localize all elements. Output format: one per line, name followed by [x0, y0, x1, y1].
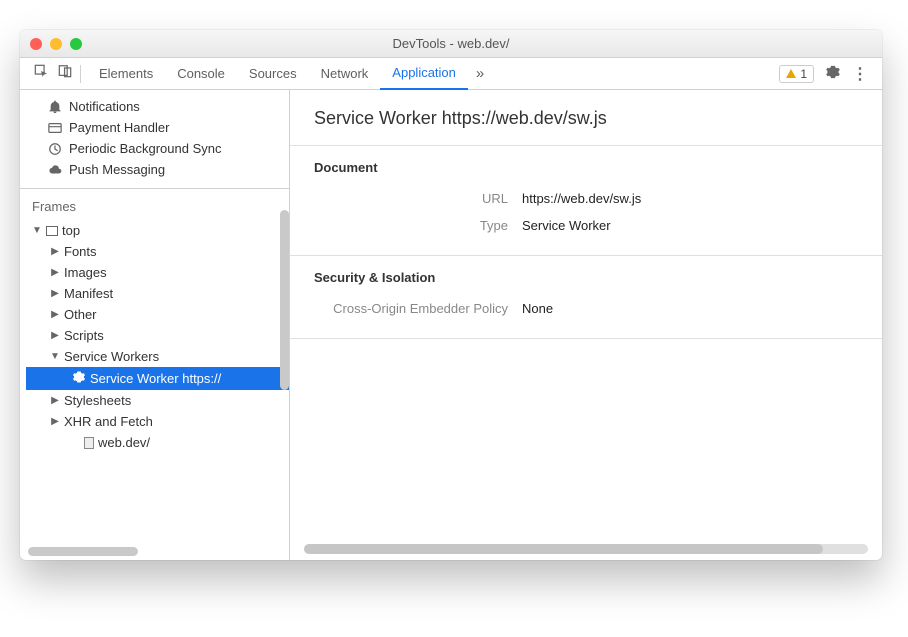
tree-label: XHR and Fetch [64, 414, 153, 429]
chevron-right-icon[interactable] [50, 416, 60, 427]
chevron-down-icon[interactable] [50, 351, 60, 362]
bell-icon [48, 100, 62, 114]
settings-icon[interactable] [826, 65, 840, 83]
tree-item-sw-detail[interactable]: Service Worker https:// [26, 367, 289, 390]
section-document: Document URL https://web.dev/sw.js Type … [290, 146, 882, 256]
chevron-right-icon[interactable] [50, 288, 60, 299]
value-type: Service Worker [522, 218, 611, 233]
tree-item-manifest[interactable]: Manifest [26, 283, 289, 304]
tree-label: web.dev/ [98, 435, 150, 450]
sidebar-item-periodic-sync[interactable]: Periodic Background Sync [20, 138, 289, 159]
label-url: URL [314, 191, 522, 206]
tree-item-stylesheets[interactable]: Stylesheets [26, 390, 289, 411]
main-scrollbar-horizontal[interactable] [304, 544, 868, 554]
tree-label: top [62, 223, 80, 238]
tree-item-scripts[interactable]: Scripts [26, 325, 289, 346]
application-sidebar: Notifications Payment Handler Periodic B… [20, 90, 290, 560]
tree-label: Scripts [64, 328, 104, 343]
sidebar-item-push-messaging[interactable]: Push Messaging [20, 159, 289, 180]
more-options-icon[interactable]: ⋮ [852, 64, 868, 84]
tabs-overflow-icon[interactable]: » [468, 58, 492, 90]
card-icon [48, 121, 62, 135]
gear-icon [72, 370, 86, 387]
devtools-window: DevTools - web.dev/ Elements Console Sou… [20, 30, 882, 560]
tree-item-other[interactable]: Other [26, 304, 289, 325]
sidebar-scrollbar-vertical[interactable] [280, 210, 289, 390]
sidebar-item-label: Push Messaging [69, 162, 165, 177]
frames-section-label: Frames [20, 189, 289, 220]
tree-label: Service Workers [64, 349, 159, 364]
tree-item-images[interactable]: Images [26, 262, 289, 283]
sidebar-item-label: Payment Handler [69, 120, 169, 135]
document-icon [84, 437, 94, 449]
tab-application[interactable]: Application [380, 58, 468, 90]
row-type: Type Service Worker [314, 212, 858, 239]
sidebar-item-label: Periodic Background Sync [69, 141, 221, 156]
tree-item-xhr-fetch[interactable]: XHR and Fetch [26, 411, 289, 432]
tree-label: Stylesheets [64, 393, 131, 408]
cloud-icon [48, 163, 62, 177]
sidebar-item-label: Notifications [69, 99, 140, 114]
frames-tree: top Fonts Images Manifest Other [20, 220, 289, 453]
frame-icon [46, 226, 58, 236]
titlebar: DevTools - web.dev/ [20, 30, 882, 58]
row-url: URL https://web.dev/sw.js [314, 185, 858, 212]
chevron-right-icon[interactable] [50, 330, 60, 341]
tree-item-fonts[interactable]: Fonts [26, 241, 289, 262]
devtools-toolbar: Elements Console Sources Network Applica… [20, 58, 882, 90]
tab-sources[interactable]: Sources [237, 58, 309, 90]
tree-label: Fonts [64, 244, 97, 259]
tab-console[interactable]: Console [165, 58, 237, 90]
label-coep: Cross-Origin Embedder Policy [314, 301, 522, 316]
value-url: https://web.dev/sw.js [522, 191, 641, 206]
chevron-right-icon[interactable] [50, 309, 60, 320]
value-coep: None [522, 301, 553, 316]
tree-label: Images [64, 265, 107, 280]
tree-item-webdev[interactable]: web.dev/ [26, 432, 289, 453]
tab-elements[interactable]: Elements [87, 58, 165, 90]
tree-label: Manifest [64, 286, 113, 301]
chevron-down-icon[interactable] [32, 225, 42, 236]
clock-icon [48, 142, 62, 156]
window-title: DevTools - web.dev/ [20, 36, 882, 51]
device-toolbar-icon[interactable] [58, 64, 72, 83]
section-heading: Document [314, 160, 858, 175]
tab-network[interactable]: Network [309, 58, 381, 90]
tree-label: Other [64, 307, 97, 322]
section-security: Security & Isolation Cross-Origin Embedd… [290, 256, 882, 339]
inspect-icon[interactable] [34, 64, 48, 83]
chevron-right-icon[interactable] [50, 395, 60, 406]
sidebar-item-notifications[interactable]: Notifications [20, 96, 289, 117]
warnings-badge[interactable]: 1 [779, 65, 814, 83]
scrollbar-thumb[interactable] [304, 544, 823, 554]
chevron-right-icon[interactable] [50, 267, 60, 278]
chevron-right-icon[interactable] [50, 246, 60, 257]
row-coep: Cross-Origin Embedder Policy None [314, 295, 858, 322]
tree-item-top[interactable]: top [26, 220, 289, 241]
warnings-count: 1 [800, 67, 807, 81]
panel-tabs: Elements Console Sources Network Applica… [87, 58, 771, 90]
section-heading: Security & Isolation [314, 270, 858, 285]
tree-item-service-workers[interactable]: Service Workers [26, 346, 289, 367]
sidebar-scrollbar-horizontal[interactable] [28, 547, 138, 556]
sidebar-item-payment-handler[interactable]: Payment Handler [20, 117, 289, 138]
details-title: Service Worker https://web.dev/sw.js [290, 90, 882, 146]
details-panel: Service Worker https://web.dev/sw.js Doc… [290, 90, 882, 560]
warning-icon [786, 69, 796, 78]
tree-label: Service Worker https:// [90, 371, 221, 386]
label-type: Type [314, 218, 522, 233]
